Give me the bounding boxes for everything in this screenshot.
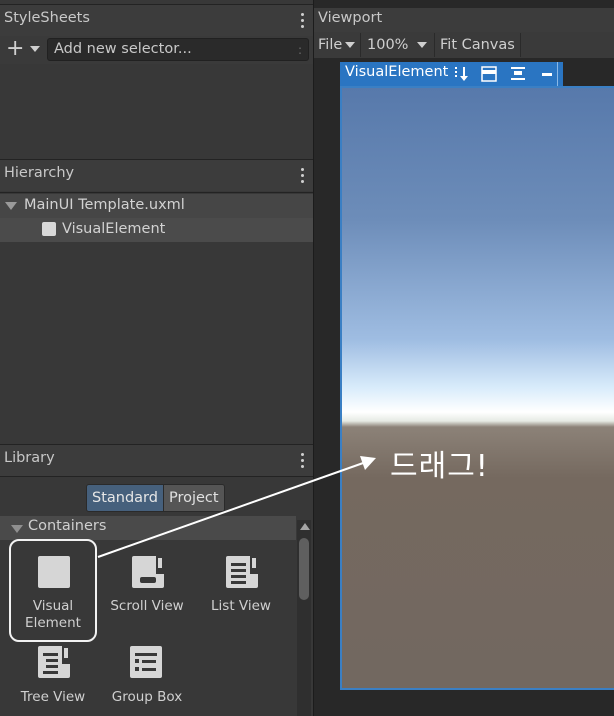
drag-annotation-text: 드래그!	[390, 449, 489, 484]
drag-arrow	[97, 456, 376, 558]
